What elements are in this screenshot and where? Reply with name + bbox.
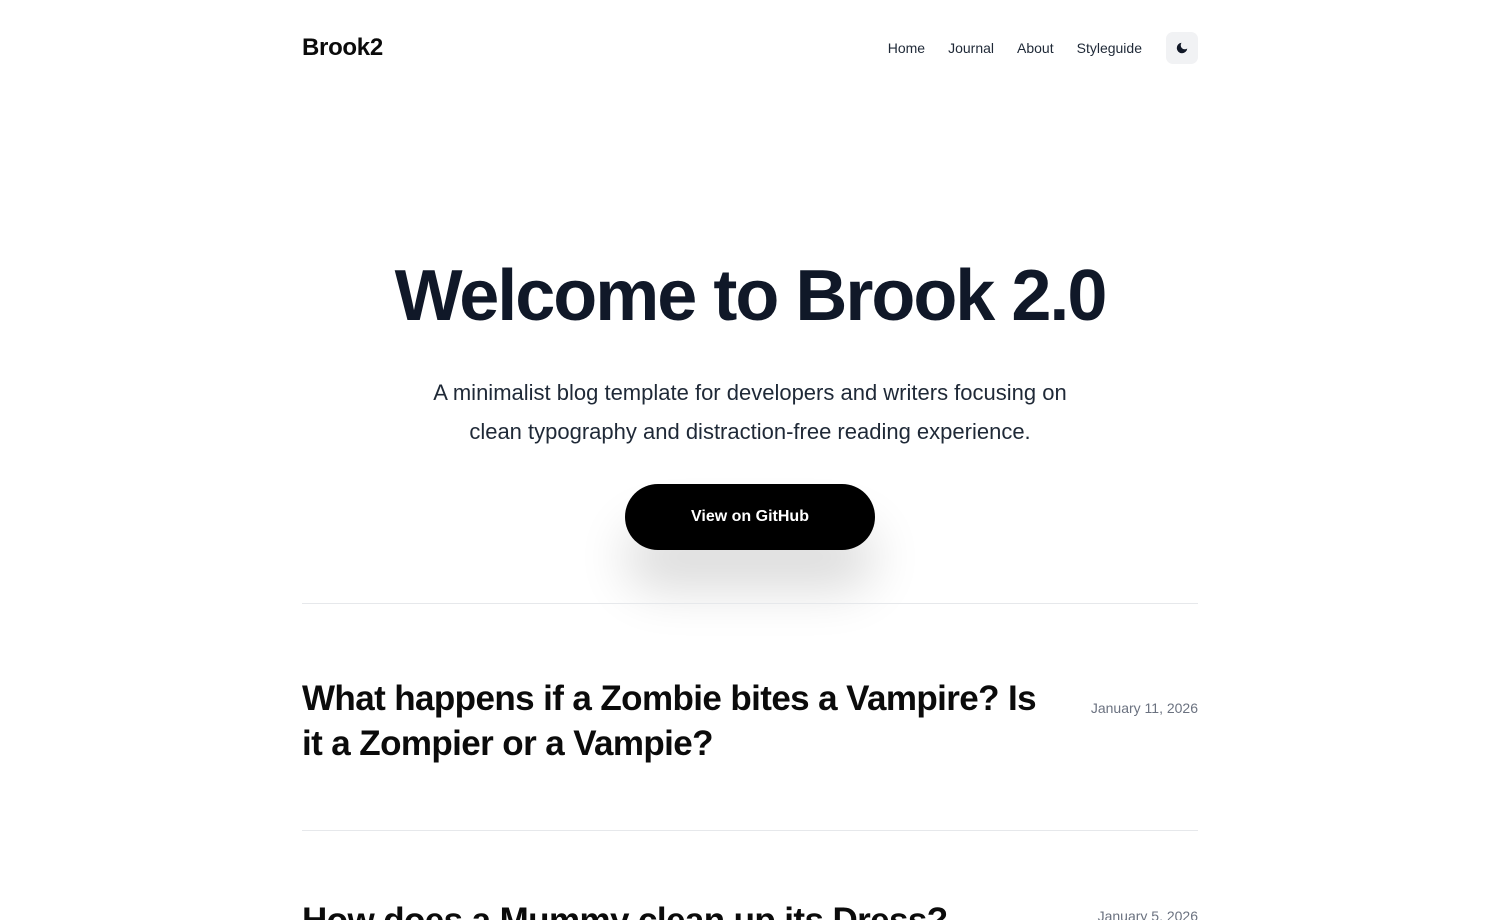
post-title-line-1: How does a Mummy clean up its Dress? xyxy=(302,901,948,920)
post-title-line-2: it a Zompier or a Vampie? xyxy=(302,724,714,763)
hero-subtitle-line-1: A minimalist blog template for developer… xyxy=(433,380,1067,405)
nav-about[interactable]: About xyxy=(1017,40,1054,56)
nav-styleguide[interactable]: Styleguide xyxy=(1077,40,1142,56)
post-item: How does a Mummy clean up its Dress? Jan… xyxy=(302,898,1198,920)
page: Brook2 Home Journal About Styleguide Wel… xyxy=(0,0,1500,920)
post-date: January 11, 2026 xyxy=(1090,700,1198,716)
site-logo[interactable]: Brook2 xyxy=(302,34,383,62)
hero-title: Welcome to Brook 2.0 xyxy=(394,256,1108,336)
site-header: Brook2 Home Journal About Styleguide xyxy=(302,24,1198,72)
main-nav: Home Journal About Styleguide xyxy=(888,32,1198,64)
post-item: What happens if a Zombie bites a Vampire… xyxy=(302,676,1198,776)
post-date: January 5, 2026 xyxy=(1097,908,1198,920)
view-on-github-button[interactable]: View on GitHub xyxy=(625,484,875,550)
hero-subtitle: A minimalist blog template for developer… xyxy=(375,373,1125,451)
divider xyxy=(302,830,1198,831)
post-title[interactable]: What happens if a Zombie bites a Vampire… xyxy=(302,676,1072,766)
divider xyxy=(302,603,1198,604)
moon-icon xyxy=(1176,42,1188,54)
nav-journal[interactable]: Journal xyxy=(948,40,994,56)
post-title[interactable]: How does a Mummy clean up its Dress? xyxy=(302,898,1072,920)
post-title-line-1: What happens if a Zombie bites a Vampire… xyxy=(302,679,1037,718)
hero-subtitle-line-2: clean typography and distraction-free re… xyxy=(469,419,1031,444)
theme-toggle-button[interactable] xyxy=(1166,32,1198,64)
nav-home[interactable]: Home xyxy=(888,40,925,56)
